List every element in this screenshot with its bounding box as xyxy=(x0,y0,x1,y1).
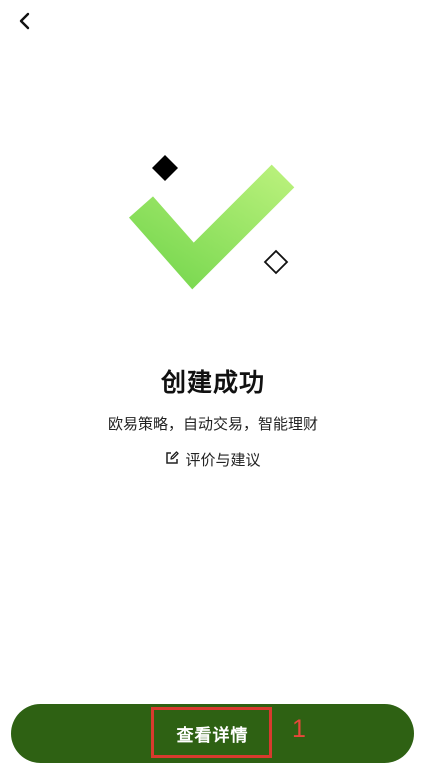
edit-icon xyxy=(165,450,180,469)
page-title: 创建成功 xyxy=(160,368,265,397)
view-details-label: 查看详情 xyxy=(176,726,249,746)
subtitle-text: 欧易策略，自动交易，智能理财 xyxy=(107,415,318,433)
view-details-button[interactable]: 查看详情 xyxy=(11,704,414,763)
feedback-label: 评价与建议 xyxy=(185,451,261,469)
feedback-link[interactable]: 评价与建议 xyxy=(0,449,426,470)
checkmark-icon xyxy=(128,164,295,290)
success-illustration xyxy=(0,0,426,340)
filled-diamond-icon xyxy=(152,155,178,181)
outline-diamond-icon xyxy=(263,249,289,275)
annotation-number: 1 xyxy=(292,715,306,743)
